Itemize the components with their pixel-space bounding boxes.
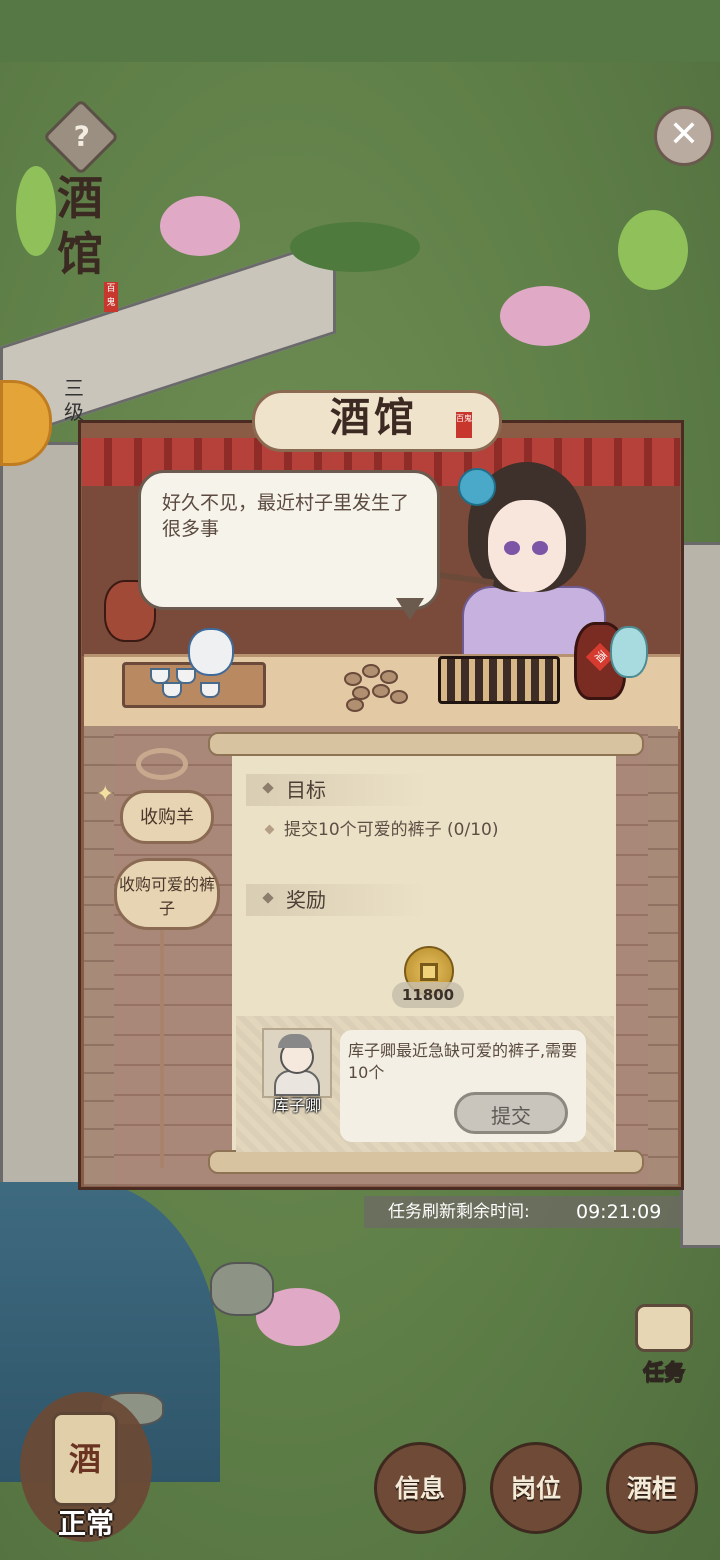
title-seal: 百鬼 — [104, 282, 118, 312]
diamond-bullet-icon — [262, 892, 274, 904]
rock — [210, 1262, 274, 1316]
top-band — [0, 0, 720, 62]
npc-name: 库子卿 — [272, 1096, 321, 1115]
teacup-icon — [162, 682, 182, 698]
scroll-rod-top — [208, 732, 644, 756]
npc-request-text: 库子卿最近急缺可爱的裤子,需要10个 — [348, 1041, 578, 1082]
sparkle-icon: ✦ — [96, 782, 115, 807]
goal-label: 目标 — [286, 778, 326, 802]
level-label: 三级 — [64, 376, 84, 424]
close-icon: ✕ — [668, 114, 700, 155]
wine-cabinet-button[interactable]: 酒柜 — [606, 1442, 698, 1534]
chinese-knot-icon — [136, 748, 188, 780]
task-tab-buy-pants[interactable]: 收购可爱的裤子 — [114, 858, 220, 930]
abacus-icon — [438, 656, 560, 704]
teacup-icon — [200, 682, 220, 698]
diamond-bullet-icon — [262, 782, 274, 794]
task-button[interactable]: 任务 — [624, 1304, 704, 1394]
info-button[interactable]: 信息 — [374, 1442, 466, 1534]
scroll-rod-bottom — [208, 1150, 644, 1174]
copper-coins-pile — [340, 660, 410, 712]
page-title: 酒馆 — [57, 171, 103, 281]
innkeeper-dialogue: 好久不见，最近村子里发生了很多事 — [162, 492, 410, 540]
goal-text: 提交10个可爱的裤子 (0/10) — [284, 820, 499, 840]
blossom-tree — [500, 286, 590, 346]
goal-section-header: 目标 — [246, 774, 426, 806]
reward-quantity: 11800 — [392, 982, 464, 1008]
tavern-sign-seal: 百鬼 — [456, 412, 472, 438]
refresh-timer-value: 09:21:09 — [576, 1201, 662, 1223]
reward-section-header: 奖励 — [246, 884, 426, 916]
submit-button[interactable]: 提交 — [454, 1092, 568, 1134]
status-label: 正常 — [57, 1507, 114, 1540]
task-button-label: 任务 — [643, 1360, 686, 1385]
reward-label: 奖励 — [286, 888, 326, 912]
task-tab-buy-sheep[interactable]: 收购羊 — [120, 790, 214, 844]
building-wall-right — [680, 542, 720, 1248]
question-icon: ? — [73, 119, 90, 153]
grass-patch — [290, 222, 420, 272]
gourd-bottle-icon — [610, 626, 648, 678]
close-button[interactable]: ✕ — [654, 106, 714, 166]
npc-avatar — [270, 1034, 320, 1096]
hanging-rope — [160, 900, 164, 1168]
refresh-timer-label: 任务刷新剩余时间: — [388, 1202, 530, 1222]
willow-tree — [618, 210, 688, 290]
speech-bubble-tail — [396, 598, 424, 620]
flower-hairpin-icon — [458, 468, 496, 506]
wine-jar-label: 酒 — [68, 1440, 101, 1478]
pillar-right — [648, 726, 678, 1186]
blossom-tree — [160, 196, 240, 256]
innkeeper-eyes — [498, 540, 556, 555]
scroll-icon — [635, 1304, 693, 1352]
post-button[interactable]: 岗位 — [490, 1442, 582, 1534]
